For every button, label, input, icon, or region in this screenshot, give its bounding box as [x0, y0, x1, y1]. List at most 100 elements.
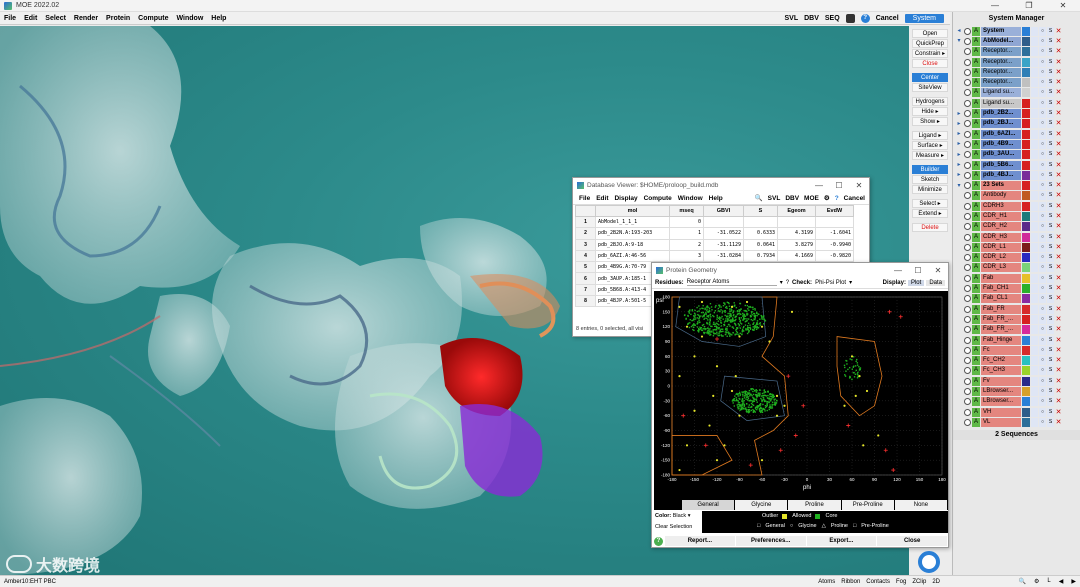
system-row[interactable]: ▾ A 23 Sets ○ S ✕ [955, 180, 1078, 191]
select-toggle[interactable]: S [1047, 314, 1054, 324]
col-s[interactable]: S [743, 205, 778, 217]
delete-icon[interactable]: ✕ [1055, 284, 1062, 293]
system-button[interactable]: System [904, 13, 944, 23]
surface-toggle[interactable]: ○ [1039, 78, 1046, 88]
atom-toggle[interactable]: A [972, 211, 980, 221]
expand-icon[interactable] [955, 223, 963, 231]
expand-icon[interactable] [955, 305, 963, 313]
atom-toggle[interactable]: A [972, 222, 980, 232]
db-menu-help[interactable]: Help [706, 195, 726, 202]
status-contacts[interactable]: Contacts [866, 579, 890, 585]
system-row[interactable]: A LBrowser... ○ S ✕ [955, 397, 1078, 407]
surface-toggle[interactable]: ○ [1039, 294, 1046, 304]
visibility-toggle[interactable] [964, 254, 971, 262]
open-button[interactable]: Open [912, 29, 948, 38]
visibility-toggle[interactable] [964, 58, 971, 66]
ribbon-toggle[interactable] [1031, 47, 1038, 57]
ribbon-toggle[interactable] [1031, 26, 1038, 36]
col-mol[interactable]: mol [595, 205, 670, 217]
ribbon-toggle[interactable] [1031, 129, 1038, 139]
color-swatch[interactable] [1022, 78, 1030, 88]
select-toggle[interactable]: S [1047, 119, 1054, 129]
ribbon-toggle[interactable] [1031, 88, 1038, 98]
system-row[interactable]: A Receptor... ○ S ✕ [955, 77, 1078, 88]
delete-icon[interactable]: ✕ [1055, 366, 1062, 375]
delete-icon[interactable]: ✕ [1055, 263, 1062, 272]
expand-icon[interactable] [955, 79, 963, 87]
db-cancel-button[interactable]: Cancel [844, 195, 865, 202]
minimize-structure-button[interactable]: Minimize [912, 185, 948, 194]
delete-icon[interactable]: ✕ [1055, 181, 1062, 190]
contour-proline[interactable]: Proline [788, 499, 841, 510]
dbv-button[interactable]: DBV [804, 15, 819, 22]
color-swatch[interactable] [1022, 98, 1030, 108]
color-swatch[interactable] [1022, 397, 1030, 407]
sketch-button[interactable]: Sketch [912, 175, 948, 184]
ribbon-toggle[interactable] [1031, 139, 1038, 149]
visibility-toggle[interactable] [964, 377, 971, 385]
visibility-toggle[interactable] [964, 223, 971, 231]
surface-toggle[interactable]: ○ [1039, 397, 1046, 407]
visibility-toggle[interactable] [964, 79, 971, 87]
visibility-toggle[interactable] [964, 151, 971, 159]
atom-toggle[interactable]: A [972, 26, 980, 36]
color-swatch[interactable] [1022, 139, 1030, 149]
ribbon-toggle[interactable] [1031, 78, 1038, 88]
color-swatch[interactable] [1022, 263, 1030, 273]
atom-toggle[interactable]: A [972, 88, 980, 98]
color-select[interactable]: Black [673, 513, 686, 519]
prev-icon[interactable]: ◀ [1059, 578, 1064, 585]
visibility-toggle[interactable] [964, 388, 971, 396]
surface-toggle[interactable]: ○ [1039, 335, 1046, 345]
surface-toggle[interactable]: ○ [1039, 325, 1046, 335]
select-toggle[interactable]: S [1047, 150, 1054, 160]
color-swatch[interactable] [1022, 366, 1030, 376]
expand-icon[interactable] [955, 367, 963, 375]
color-swatch[interactable] [1022, 304, 1030, 314]
surface-toggle[interactable]: ○ [1039, 109, 1046, 119]
minimize-icon[interactable]: — [888, 266, 908, 275]
select-toggle[interactable]: S [1047, 253, 1054, 263]
atom-toggle[interactable]: A [972, 119, 980, 129]
select-toggle[interactable]: S [1047, 98, 1054, 108]
atom-toggle[interactable]: A [972, 36, 980, 46]
expand-icon[interactable]: ▸ [955, 110, 963, 118]
select-toggle[interactable]: S [1047, 242, 1054, 252]
layer-button[interactable]: L [1047, 578, 1050, 585]
delete-icon[interactable]: ✕ [1055, 222, 1062, 231]
atom-toggle[interactable]: A [972, 181, 980, 191]
delete-icon[interactable]: ✕ [1055, 212, 1062, 221]
help-icon[interactable]: ? [860, 13, 870, 23]
surface-toggle[interactable]: ○ [1039, 119, 1046, 129]
tab-data[interactable]: Data [926, 279, 945, 286]
export-button[interactable]: Export... [806, 536, 877, 546]
color-swatch[interactable] [1022, 253, 1030, 263]
select-toggle[interactable]: S [1047, 170, 1054, 180]
visibility-toggle[interactable] [964, 346, 971, 354]
status-fog[interactable]: Fog [896, 579, 906, 585]
svl-button[interactable]: SVL [784, 15, 798, 22]
surface-toggle[interactable]: ○ [1039, 98, 1046, 108]
lifebuoy-icon[interactable] [918, 551, 940, 573]
color-swatch[interactable] [1022, 273, 1030, 283]
system-row[interactable]: A VL ○ S ✕ [955, 417, 1078, 427]
expand-icon[interactable] [955, 233, 963, 241]
system-row[interactable]: ▸ Apdb_4BJ... ○ S ✕ [955, 170, 1078, 180]
visibility-toggle[interactable] [964, 285, 971, 293]
db-menu-file[interactable]: File [576, 195, 593, 202]
surface-toggle[interactable]: ○ [1039, 366, 1046, 376]
expand-icon[interactable] [955, 89, 963, 97]
system-row[interactable]: A Fab_FR_... ○ S ✕ [955, 325, 1078, 335]
system-row[interactable]: ◂ A System ○ S ✕ [955, 26, 1078, 36]
ribbon-toggle[interactable] [1031, 242, 1038, 252]
color-swatch[interactable] [1022, 325, 1030, 335]
delete-button[interactable]: Delete [912, 223, 948, 232]
select-toggle[interactable]: S [1047, 325, 1054, 335]
col-egeom[interactable]: Egeom [777, 205, 816, 217]
center-button[interactable]: Center [912, 73, 948, 82]
quickprep-button[interactable]: QuickPrep [912, 39, 948, 48]
color-swatch[interactable] [1022, 36, 1030, 46]
color-swatch[interactable] [1022, 356, 1030, 366]
select-toggle[interactable]: S [1047, 222, 1054, 232]
surface-toggle[interactable]: ○ [1039, 284, 1046, 294]
